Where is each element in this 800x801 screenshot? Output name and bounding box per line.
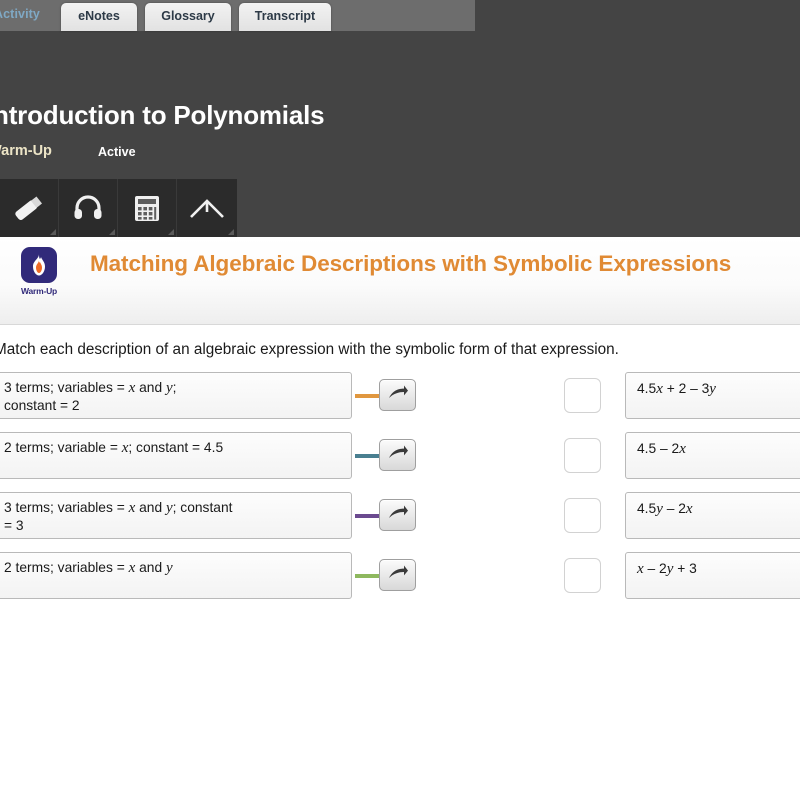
calculator-icon	[134, 195, 160, 222]
match-row: 3 terms; variables = x and y; constant = …	[0, 490, 800, 550]
warmup-badge: Warm-Up	[17, 247, 61, 296]
warmup-badge-label: Warm-Up	[20, 286, 58, 296]
lesson-toolbar	[0, 179, 237, 237]
description-box[interactable]: 2 terms; variables = x and y	[0, 552, 352, 599]
activity-page: Activity eNotes Glossary Transcript Intr…	[0, 0, 800, 801]
activity-content: Warm-Up Matching Algebraic Descriptions …	[0, 237, 800, 801]
headphones-icon	[73, 195, 103, 221]
tab-glossary[interactable]: Glossary	[145, 3, 231, 31]
flame-icon	[21, 247, 57, 283]
expression-drop-target[interactable]	[564, 498, 601, 533]
expression-box[interactable]: 4.5y – 2x	[625, 492, 800, 539]
match-row: 2 terms; variables = x and y x – 2y + 3	[0, 550, 800, 610]
expression-drop-target[interactable]	[564, 438, 601, 473]
calculator-tool-button[interactable]	[118, 179, 177, 237]
expression-box[interactable]: x – 2y + 3	[625, 552, 800, 599]
highlighter-tool-button[interactable]	[0, 179, 59, 237]
activity-header: Warm-Up Matching Algebraic Descriptions …	[0, 237, 800, 325]
protractor-tool-button[interactable]	[177, 179, 236, 237]
activity-title: Matching Algebraic Descriptions with Sym…	[90, 251, 732, 276]
activity-instruction: Match each description of an algebraic e…	[0, 341, 619, 358]
connector-line	[355, 574, 380, 578]
description-box[interactable]: 3 terms; variables = x and y; constant = …	[0, 372, 352, 419]
highlighter-icon	[12, 193, 46, 223]
protractor-icon	[189, 196, 225, 220]
audio-tool-button[interactable]	[59, 179, 118, 237]
matching-grid: 3 terms; variables = x and y; constant = …	[0, 370, 800, 610]
description-box[interactable]: 2 terms; variable = x; constant = 4.5	[0, 432, 352, 479]
expression-box[interactable]: 4.5 – 2x	[625, 432, 800, 479]
match-arrow-button[interactable]	[379, 379, 416, 411]
match-arrow-button[interactable]	[379, 559, 416, 591]
tab-transcript[interactable]: Transcript	[239, 3, 331, 31]
match-row: 2 terms; variable = x; constant = 4.5 4.…	[0, 430, 800, 490]
tab-enotes[interactable]: eNotes	[61, 3, 137, 31]
tab-strip: Activity eNotes Glossary Transcript	[0, 0, 475, 31]
curved-arrow-right-icon	[387, 564, 409, 587]
match-arrow-button[interactable]	[379, 439, 416, 471]
lesson-phase-label: Warm-Up	[0, 143, 52, 159]
match-row: 3 terms; variables = x and y; constant = …	[0, 370, 800, 430]
expression-drop-target[interactable]	[564, 378, 601, 413]
connector-line	[355, 394, 380, 398]
connector-line	[355, 514, 380, 518]
curved-arrow-right-icon	[387, 384, 409, 407]
expression-box[interactable]: 4.5x + 2 – 3y	[625, 372, 800, 419]
description-box[interactable]: 3 terms; variables = x and y; constant = …	[0, 492, 352, 539]
lesson-state-label: Active	[98, 145, 136, 159]
expression-drop-target[interactable]	[564, 558, 601, 593]
curved-arrow-right-icon	[387, 504, 409, 527]
connector-line	[355, 454, 380, 458]
lesson-title: Introduction to Polynomials	[0, 100, 325, 130]
tab-activity[interactable]: Activity	[0, 0, 40, 31]
lesson-chrome: Activity eNotes Glossary Transcript Intr…	[0, 0, 800, 237]
curved-arrow-right-icon	[387, 444, 409, 467]
match-arrow-button[interactable]	[379, 499, 416, 531]
